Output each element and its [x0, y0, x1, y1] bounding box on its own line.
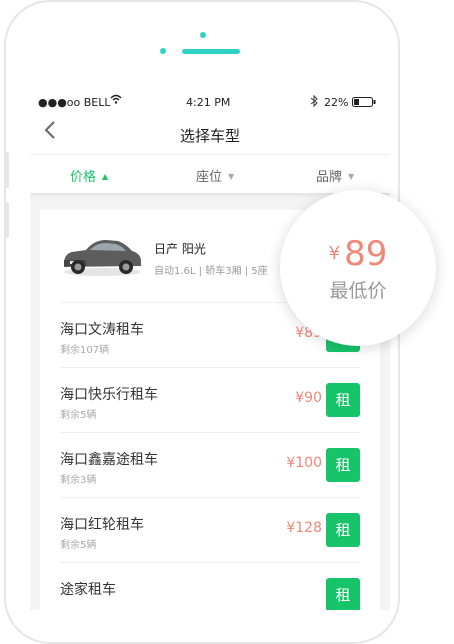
carrier-signal: ●●●oo BELL — [38, 96, 111, 109]
car-spec: 自动1.6L | 轿车3厢 | 5座 — [154, 266, 268, 277]
shop-name: 途家租车 — [60, 582, 116, 598]
filter-price[interactable]: 价格 ▲ — [70, 166, 108, 185]
clock: 4:21 PM — [186, 96, 231, 109]
filter-label: 座位 — [196, 170, 223, 185]
wifi-icon — [110, 94, 122, 107]
list-item[interactable]: 途家租车 租 — [60, 562, 360, 610]
list-item[interactable]: 海口红轮租车 剩余5辆 ¥128 租 — [60, 497, 360, 562]
rent-button[interactable]: 租 — [326, 578, 360, 610]
currency-symbol: ¥ — [328, 243, 341, 264]
car-name: 日产 阳光 — [154, 242, 206, 256]
navigation-bar: 选择车型 — [30, 114, 390, 154]
rent-button[interactable]: 租 — [326, 383, 360, 417]
lowest-price-label: 最低价 — [329, 280, 387, 302]
shop-name: 海口文涛租车 — [60, 322, 144, 338]
filter-seats[interactable]: 座位 ▼ — [196, 166, 234, 185]
speaker-grille — [182, 49, 240, 54]
sensor-dot — [160, 48, 166, 54]
shop-price: ¥100 — [286, 455, 322, 471]
lowest-price: ¥89 — [280, 234, 436, 274]
bluetooth-icon — [310, 94, 318, 110]
filter-label: 价格 — [70, 170, 97, 185]
caret-up-icon: ▲ — [102, 172, 109, 181]
volume-down-button — [5, 202, 9, 238]
filter-bar: 价格 ▲ 座位 ▼ 品牌 ▼ — [30, 154, 390, 193]
shop-stock: 剩余107辆 — [60, 345, 110, 356]
list-item[interactable]: 海口快乐行租车 剩余5辆 ¥90 租 — [60, 367, 360, 432]
shop-stock: 剩余5辆 — [60, 540, 97, 551]
caret-down-icon: ▼ — [228, 172, 235, 181]
caret-down-icon: ▼ — [348, 172, 355, 181]
shop-price: ¥90 — [295, 390, 322, 406]
filter-label: 品牌 — [316, 170, 343, 185]
page-title: 选择车型 — [179, 127, 240, 145]
car-image — [64, 240, 141, 276]
shop-name: 海口红轮租车 — [60, 517, 144, 533]
lowest-price-badge: ¥89 最低价 — [280, 190, 436, 346]
shop-price: ¥128 — [286, 520, 322, 536]
filter-brand[interactable]: 品牌 ▼ — [316, 166, 354, 185]
shop-name: 海口鑫嘉途租车 — [60, 452, 158, 468]
list-item[interactable]: 海口鑫嘉途租车 剩余3辆 ¥100 租 — [60, 432, 360, 497]
shop-stock: 剩余5辆 — [60, 410, 97, 421]
status-bar: ●●●oo BELL 4:21 PM 22% — [30, 90, 390, 114]
rent-button[interactable]: 租 — [326, 513, 360, 547]
rent-button[interactable]: 租 — [326, 448, 360, 482]
battery-icon — [352, 97, 376, 110]
volume-up-button — [5, 152, 9, 188]
shop-stock: 剩余3辆 — [60, 475, 97, 486]
battery-percent: 22% — [324, 96, 349, 109]
shop-name: 海口快乐行租车 — [60, 387, 158, 403]
price-value: 89 — [344, 234, 388, 274]
app-screen: ●●●oo BELL 4:21 PM 22% 选择车型 价格 ▲ 座位 ▼ 品牌… — [30, 90, 390, 610]
camera-dot — [200, 32, 206, 38]
